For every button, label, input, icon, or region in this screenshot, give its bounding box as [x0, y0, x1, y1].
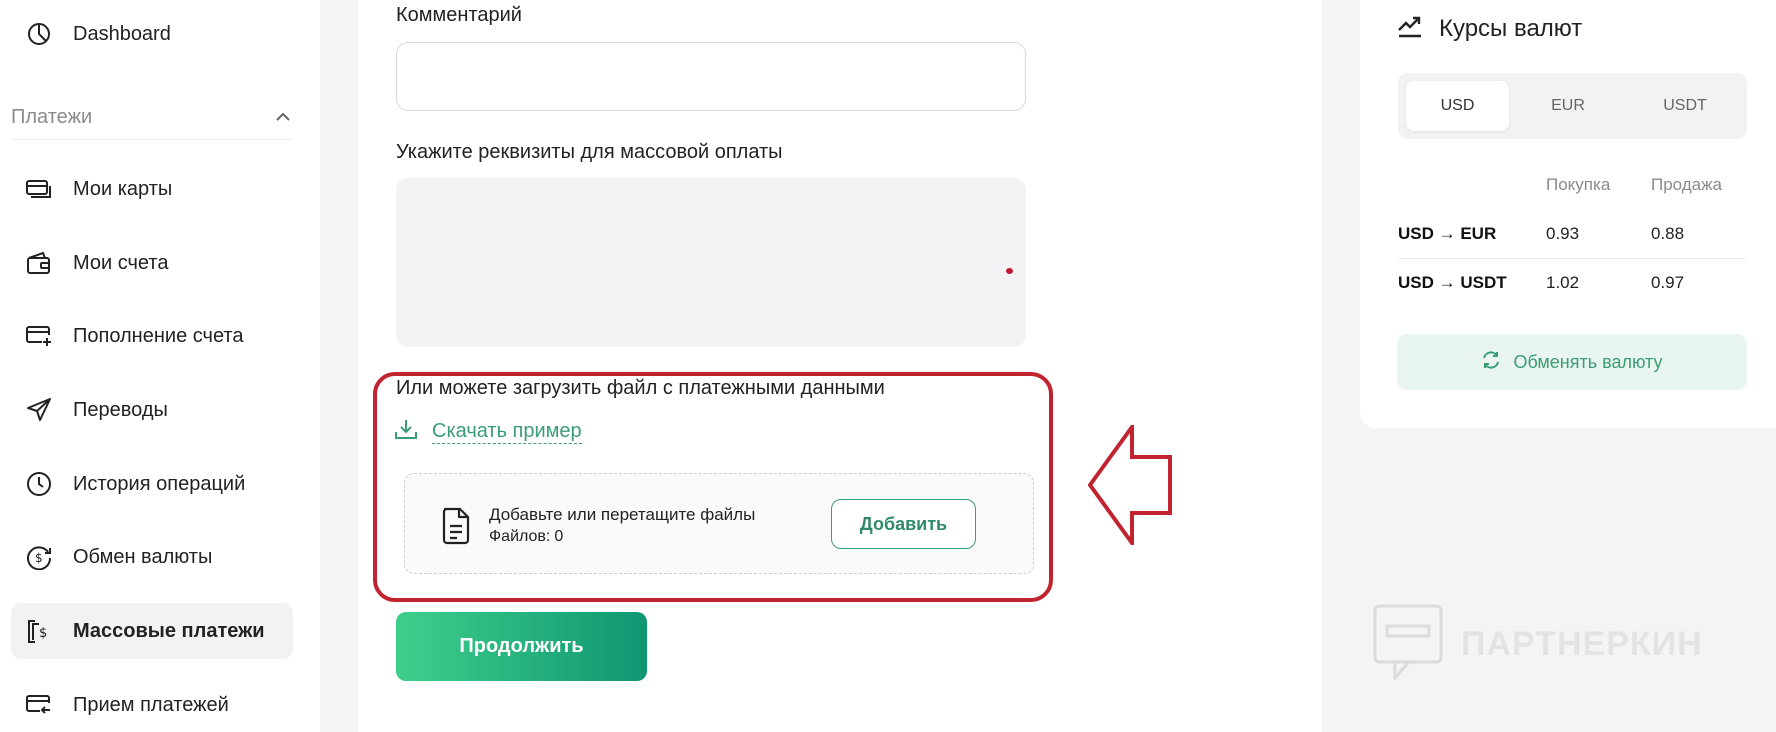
sidebar-item-dashboard[interactable]: Dashboard: [11, 6, 293, 62]
watermark: ПАРТНЕРКИН: [1373, 604, 1703, 685]
watermark-text: ПАРТНЕРКИН: [1461, 625, 1703, 663]
rate-buy: 0.93: [1546, 224, 1580, 243]
sidebar-item-exchange[interactable]: $ Обмен валюты: [11, 529, 293, 585]
comment-input[interactable]: [396, 42, 1026, 111]
sidebar-item-history[interactable]: История операций: [11, 456, 293, 512]
rate-sell: 0.88: [1651, 224, 1685, 243]
sidebar-item-topup[interactable]: Пополнение счета: [11, 308, 293, 364]
sidebar-item-label: Переводы: [73, 398, 168, 421]
comment-label: Комментарий: [396, 4, 522, 26]
main-panel: Комментарий Укажите реквизиты для массов…: [358, 0, 1322, 732]
requisites-textarea[interactable]: [396, 178, 1026, 347]
sidebar-item-label: Мои карты: [73, 177, 173, 200]
sidebar-item-label: Пополнение счета: [73, 324, 244, 347]
marker-dot: [1006, 268, 1013, 274]
refresh-icon: [1481, 350, 1501, 375]
mass-payments-icon: $: [25, 617, 53, 645]
sidebar-item-label: Мои счета: [73, 251, 169, 274]
currency-tabs: USD EUR USDT: [1398, 73, 1747, 139]
clock-icon: [25, 470, 53, 498]
sidebar-section-payments[interactable]: Платежи: [11, 96, 293, 140]
download-example-link[interactable]: Скачать пример: [394, 418, 582, 445]
sidebar-item-accounts[interactable]: Мои счета: [11, 235, 293, 291]
svg-text:$: $: [35, 551, 43, 565]
rate-pair: USD → EUR: [1398, 224, 1497, 243]
sidebar-item-receive[interactable]: Прием платежей: [11, 677, 293, 732]
document-icon: [441, 507, 471, 550]
files-count-line: Файлов: 0: [489, 528, 563, 546]
watermark-logo-icon: [1373, 604, 1443, 685]
sidebar-item-label: Массовые платежи: [73, 619, 265, 642]
rate-pair: USD → USDT: [1398, 273, 1507, 292]
download-icon: [394, 418, 418, 445]
tab-usdt[interactable]: USDT: [1628, 81, 1742, 131]
sidebar-item-label: Прием платежей: [73, 693, 229, 716]
sell-header: Продажа: [1651, 175, 1722, 194]
rate-buy: 1.02: [1546, 273, 1580, 292]
exchange-currency-button[interactable]: Обменять валюту: [1397, 334, 1747, 390]
sidebar-item-label: Dashboard: [73, 22, 171, 45]
tab-usd[interactable]: USD: [1406, 81, 1509, 131]
files-label: Файлов:: [489, 528, 551, 545]
pie-chart-icon: [25, 20, 53, 48]
continue-button[interactable]: Продолжить: [396, 612, 647, 681]
send-icon: [25, 396, 53, 424]
rate-row: USD → USDT 1.02 0.97: [1398, 258, 1747, 308]
svg-text:$: $: [39, 626, 47, 641]
sidebar-item-transfers[interactable]: Переводы: [11, 382, 293, 438]
download-example-text: Скачать пример: [432, 420, 582, 444]
card-plus-icon: [25, 322, 53, 350]
sidebar-item-cards[interactable]: Мои карты: [11, 161, 293, 217]
receive-card-icon: [25, 691, 53, 719]
sidebar-item-mass-payments[interactable]: $ Массовые платежи: [11, 603, 293, 659]
rates-title: Курсы валют: [1439, 14, 1583, 42]
cards-icon: [25, 175, 53, 203]
section-title: Платежи: [11, 106, 93, 128]
rate-row: USD → EUR 0.93 0.88: [1398, 209, 1747, 259]
files-count: 0: [554, 528, 564, 545]
exchange-button-label: Обменять валюту: [1513, 351, 1663, 372]
chevron-up-icon: [275, 109, 291, 127]
currency-rates-card: Курсы валют USD EUR USDT Покупка Продажа…: [1360, 0, 1776, 428]
upload-title: Или можете загрузить файл с платежными д…: [396, 377, 885, 399]
add-file-button[interactable]: Добавить: [831, 499, 976, 549]
rates-header: Курсы валют: [1397, 14, 1582, 43]
wallet-icon: [25, 249, 53, 277]
red-arrow-annotation: [1088, 425, 1172, 545]
trending-up-icon: [1397, 14, 1423, 43]
tab-eur[interactable]: EUR: [1513, 81, 1623, 131]
requisites-label: Укажите реквизиты для массовой оплаты: [396, 141, 783, 163]
exchange-coin-icon: $: [25, 543, 53, 571]
file-dropzone[interactable]: Добавьте или перетащите файлы Файлов: 0 Д…: [404, 473, 1034, 574]
sidebar-item-label: История операций: [73, 472, 246, 495]
sidebar-item-label: Обмен валюты: [73, 545, 213, 568]
sidebar: Dashboard Платежи Мои карты Мои счета По…: [0, 0, 320, 732]
buy-header: Покупка: [1546, 175, 1611, 194]
dropzone-text: Добавьте или перетащите файлы: [489, 505, 756, 524]
rate-sell: 0.97: [1651, 273, 1685, 292]
